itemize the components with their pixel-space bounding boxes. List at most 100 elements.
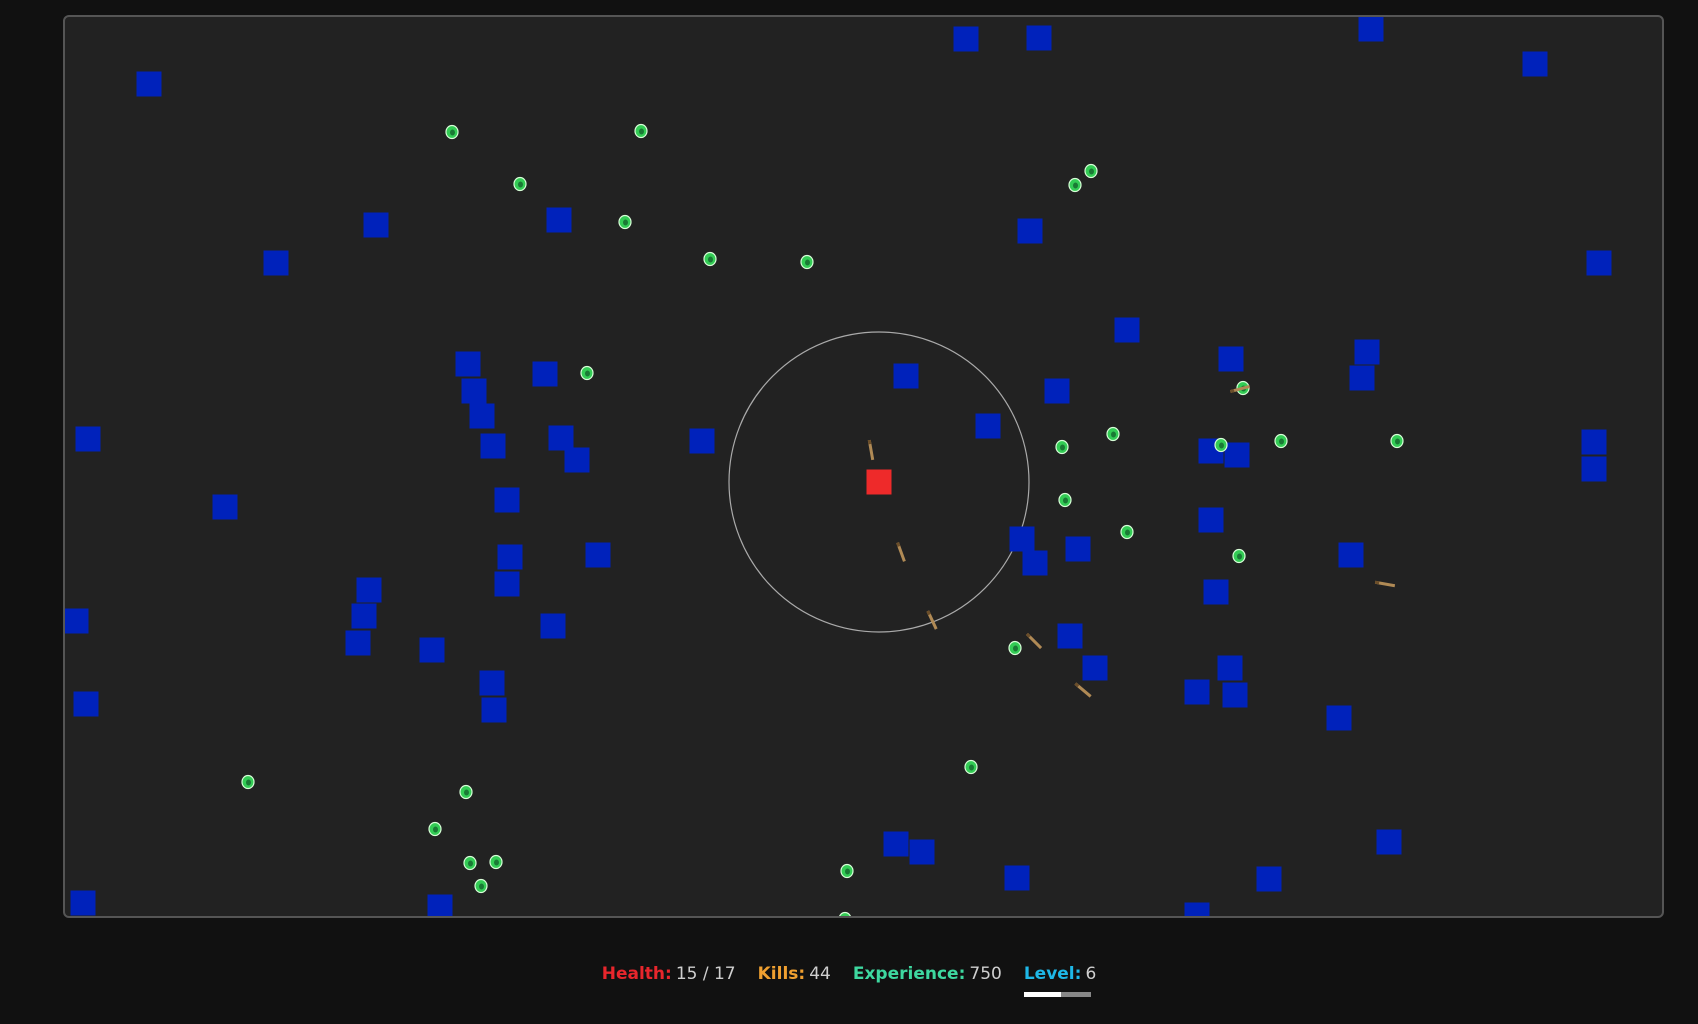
experience-gem-icon [800, 254, 814, 270]
level-label: Level: [1023, 964, 1082, 984]
experience-gem-icon [474, 878, 488, 894]
enemy-square [564, 447, 590, 473]
health-label: Health: [601, 964, 672, 984]
enemy-square [1338, 542, 1364, 568]
enemy-square [585, 542, 611, 568]
enemy-square [1349, 365, 1375, 391]
level-value: 6 [1085, 964, 1097, 984]
enemy-square [1114, 317, 1140, 343]
enemy-square [1004, 865, 1030, 891]
enemy-square [1222, 682, 1248, 708]
enemy-square [1586, 250, 1612, 276]
enemy-square [70, 890, 96, 916]
enemy-square [689, 428, 715, 454]
health-value: 15 / 17 [675, 964, 736, 984]
enemy-square [909, 839, 935, 865]
experience-gem-icon [1058, 492, 1072, 508]
enemy-square [1026, 25, 1052, 51]
enemy-square [345, 630, 371, 656]
experience-gem-icon [513, 176, 527, 192]
enemy-square [548, 425, 574, 451]
enemy-square [212, 494, 238, 520]
enemy-square [455, 351, 481, 377]
enemy-square [1522, 51, 1548, 77]
enemy-square [494, 487, 520, 513]
enemy-square [1198, 507, 1224, 533]
experience-stat: Experience: 750 [853, 964, 1002, 984]
experience-gem-icon [703, 251, 717, 267]
enemy-square [1082, 655, 1108, 681]
game-arena[interactable] [63, 15, 1664, 918]
experience-gem-icon [1068, 177, 1082, 193]
enemy-square [469, 403, 495, 429]
enemy-square [546, 207, 572, 233]
experience-gem-icon [580, 365, 594, 381]
enemy-square [1184, 902, 1210, 916]
kills-stat: Kills: 44 [758, 964, 831, 984]
enemy-square [75, 426, 101, 452]
enemy-square [363, 212, 389, 238]
enemy-square [1017, 218, 1043, 244]
experience-gem-icon [1214, 437, 1228, 453]
enemy-square [532, 361, 558, 387]
kills-value: 44 [809, 964, 831, 984]
enemy-square [461, 378, 487, 404]
enemy-square [1009, 526, 1035, 552]
enemy-square [65, 608, 89, 634]
enemy-square [975, 413, 1001, 439]
dagger-projectile-icon [926, 610, 938, 630]
experience-gem-icon [489, 854, 503, 870]
experience-gem-icon [964, 759, 978, 775]
enemy-square [1217, 655, 1243, 681]
experience-gem-icon [241, 774, 255, 790]
level-progress-bar [1023, 992, 1091, 997]
enemy-square [351, 603, 377, 629]
experience-gem-icon [1274, 433, 1288, 449]
enemy-square [480, 433, 506, 459]
experience-gem-icon [839, 911, 851, 916]
experience-gem-icon [1106, 426, 1120, 442]
experience-gem-icon [1008, 640, 1022, 656]
enemy-square [481, 697, 507, 723]
experience-gem-icon [1232, 548, 1246, 564]
experience-value: 750 [969, 964, 1002, 984]
enemy-square [953, 26, 979, 52]
enemy-square [893, 363, 919, 389]
enemy-square [1581, 429, 1607, 455]
enemy-square [263, 250, 289, 276]
enemy-square [494, 571, 520, 597]
enemy-square [1022, 550, 1048, 576]
enemy-square [1065, 536, 1091, 562]
experience-gem-icon [840, 863, 854, 879]
enemy-square [356, 577, 382, 603]
enemy-square [1203, 579, 1229, 605]
enemy-square [419, 637, 445, 663]
game-canvas[interactable] [65, 17, 1662, 916]
health-stat: Health: 15 / 17 [602, 964, 736, 984]
experience-gem-icon [459, 784, 473, 800]
dagger-projectile-icon [867, 439, 875, 461]
experience-gem-icon [618, 214, 632, 230]
enemy-square [1326, 705, 1352, 731]
experience-gem-icon [463, 855, 477, 871]
kills-label: Kills: [757, 964, 806, 984]
enemy-square [479, 670, 505, 696]
experience-gem-icon [428, 821, 442, 837]
enemy-square [1376, 829, 1402, 855]
enemy-square [1354, 339, 1380, 365]
dagger-projectile-icon [1025, 632, 1043, 650]
player-square [866, 469, 892, 495]
status-bar: Health: 15 / 17 Kills: 44 Experience: 75… [0, 964, 1698, 1004]
experience-gem-icon [634, 123, 648, 139]
enemy-square [1044, 378, 1070, 404]
level-progress-fill [1023, 992, 1061, 997]
experience-gem-icon [445, 124, 459, 140]
enemy-square [136, 71, 162, 97]
enemy-square [427, 894, 453, 916]
dagger-projectile-icon [1074, 682, 1092, 698]
experience-gem-icon [1084, 163, 1098, 179]
dagger-projectile-icon [1374, 580, 1396, 588]
experience-label: Experience: [852, 964, 966, 984]
enemy-square [1224, 442, 1250, 468]
enemy-square [1184, 679, 1210, 705]
